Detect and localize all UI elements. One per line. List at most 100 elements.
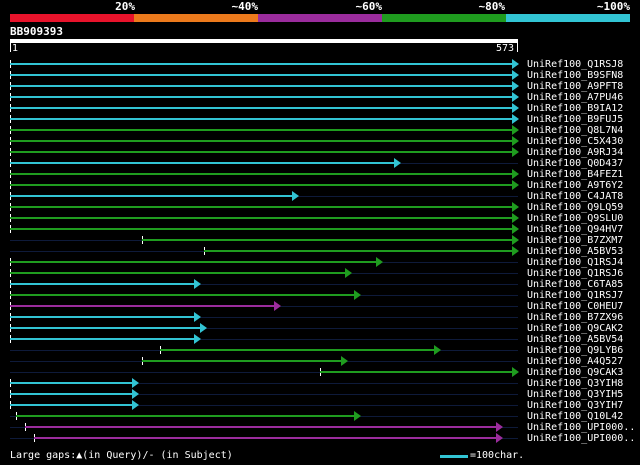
hit-label[interactable]: UniRef100_Q9CAK3 [527,367,623,378]
hit-row[interactable]: UniRef100_B9FUJ5 [0,114,640,125]
hit-label[interactable]: UniRef100_Q8L7N4 [527,125,623,136]
hit-label[interactable]: UniRef100_A9T6Y2 [527,180,623,191]
hit-bar[interactable] [10,228,512,230]
hit-bar[interactable] [10,162,394,164]
hit-row[interactable]: UniRef100_A9RJ34 [0,147,640,158]
hit-bar[interactable] [10,63,512,65]
hit-row[interactable]: UniRef100_Q1RSJ7 [0,290,640,301]
hit-bar[interactable] [10,129,512,131]
hit-row[interactable]: UniRef100_C6TA85 [0,279,640,290]
hit-label[interactable]: UniRef100_Q3YIH7 [527,400,623,411]
hit-label[interactable]: UniRef100_Q1RSJ7 [527,290,623,301]
hit-bar[interactable] [25,426,496,428]
hit-bar[interactable] [10,382,132,384]
hit-bar[interactable] [10,96,512,98]
hit-bar[interactable] [204,250,512,252]
hit-label[interactable]: UniRef100_UPI000.. [527,433,635,444]
hit-label[interactable]: UniRef100_Q9CAK2 [527,323,623,334]
hit-label[interactable]: UniRef100_B9FUJ5 [527,114,623,125]
hit-label[interactable]: UniRef100_Q1RSJ8 [527,59,623,70]
hit-bar[interactable] [10,74,512,76]
hit-label[interactable]: UniRef100_Q10L42 [527,411,623,422]
hit-bar[interactable] [10,261,377,263]
hit-row[interactable]: UniRef100_B9IA12 [0,103,640,114]
hit-row[interactable]: UniRef100_Q1RSJ6 [0,268,640,279]
hit-bar[interactable] [10,118,512,120]
hit-bar[interactable] [10,173,512,175]
hit-label[interactable]: UniRef100_C4JAT8 [527,191,623,202]
hit-bar[interactable] [33,437,496,439]
hit-label[interactable]: UniRef100_B9SFN8 [527,70,623,81]
hit-row[interactable]: UniRef100_B7ZX96 [0,312,640,323]
hit-row[interactable]: UniRef100_Q1RSJ4 [0,257,640,268]
hit-label[interactable]: UniRef100_Q0D437 [527,158,623,169]
hit-row[interactable]: UniRef100_C0HEU7 [0,301,640,312]
hit-row[interactable]: UniRef100_Q94HV7 [0,224,640,235]
hit-label[interactable]: UniRef100_Q1RSJ6 [527,268,623,279]
hit-row[interactable]: UniRef100_Q3YIH5 [0,389,640,400]
hit-bar[interactable] [10,393,132,395]
hit-row[interactable]: UniRef100_A7PU46 [0,92,640,103]
hit-row[interactable]: UniRef100_Q10L42 [0,411,640,422]
hit-bar[interactable] [10,195,292,197]
hit-bar[interactable] [10,338,195,340]
hit-row[interactable]: UniRef100_UPI000.. [0,422,640,433]
hit-label[interactable]: UniRef100_C0HEU7 [527,301,623,312]
hit-bar[interactable] [10,85,512,87]
hit-label[interactable]: UniRef100_A5BV54 [527,334,623,345]
hit-bar[interactable] [319,371,512,373]
hit-row[interactable]: UniRef100_B9SFN8 [0,70,640,81]
hit-bar[interactable] [16,415,354,417]
hit-label[interactable]: UniRef100_Q1RSJ4 [527,257,623,268]
hit-bar[interactable] [10,327,201,329]
hit-row[interactable]: UniRef100_Q1RSJ8 [0,59,640,70]
hit-label[interactable]: UniRef100_Q9LQ59 [527,202,623,213]
hit-label[interactable]: UniRef100_A7PU46 [527,92,623,103]
hit-label[interactable]: UniRef100_Q9LYB6 [527,345,623,356]
hit-label[interactable]: UniRef100_A4Q527 [527,356,623,367]
hit-row[interactable]: UniRef100_B7ZXM7 [0,235,640,246]
hit-row[interactable]: UniRef100_A5BV53 [0,246,640,257]
hit-bar[interactable] [10,206,512,208]
hit-row[interactable]: UniRef100_Q9SLU0 [0,213,640,224]
hit-label[interactable]: UniRef100_C6TA85 [527,279,623,290]
hit-bar[interactable] [10,283,195,285]
hit-label[interactable]: UniRef100_UPI000.. [527,422,635,433]
hit-row[interactable]: UniRef100_Q9LYB6 [0,345,640,356]
hit-row[interactable]: UniRef100_A5BV54 [0,334,640,345]
hit-label[interactable]: UniRef100_A9PFT8 [527,81,623,92]
hit-row[interactable]: UniRef100_UPI000.. [0,433,640,444]
hit-bar[interactable] [10,140,512,142]
hit-label[interactable]: UniRef100_A5BV53 [527,246,623,257]
hit-bar[interactable] [10,404,132,406]
hit-row[interactable]: UniRef100_Q9LQ59 [0,202,640,213]
hit-bar[interactable] [10,294,354,296]
hit-label[interactable]: UniRef100_B9IA12 [527,103,623,114]
hit-label[interactable]: UniRef100_C5X430 [527,136,623,147]
hit-bar[interactable] [10,217,512,219]
hit-row[interactable]: UniRef100_A9T6Y2 [0,180,640,191]
hit-row[interactable]: UniRef100_B4FEZ1 [0,169,640,180]
hit-row[interactable]: UniRef100_C5X430 [0,136,640,147]
hit-label[interactable]: UniRef100_A9RJ34 [527,147,623,158]
hit-row[interactable]: UniRef100_A9PFT8 [0,81,640,92]
hit-bar[interactable] [10,272,346,274]
hit-row[interactable]: UniRef100_Q9CAK2 [0,323,640,334]
hit-bar[interactable] [10,316,195,318]
hit-row[interactable]: UniRef100_Q9CAK3 [0,367,640,378]
hit-row[interactable]: UniRef100_Q3YIH8 [0,378,640,389]
hit-row[interactable]: UniRef100_C4JAT8 [0,191,640,202]
hit-label[interactable]: UniRef100_Q94HV7 [527,224,623,235]
hit-bar[interactable] [142,239,512,241]
hit-bar[interactable] [10,151,512,153]
hit-label[interactable]: UniRef100_B7ZXM7 [527,235,623,246]
hit-bar[interactable] [160,349,434,351]
hit-row[interactable]: UniRef100_Q0D437 [0,158,640,169]
hit-bar[interactable] [10,305,274,307]
hit-label[interactable]: UniRef100_Q3YIH5 [527,389,623,400]
hit-bar[interactable] [10,184,512,186]
hit-row[interactable]: UniRef100_Q3YIH7 [0,400,640,411]
hit-row[interactable]: UniRef100_Q8L7N4 [0,125,640,136]
hit-bar[interactable] [142,360,341,362]
hit-label[interactable]: UniRef100_Q9SLU0 [527,213,623,224]
